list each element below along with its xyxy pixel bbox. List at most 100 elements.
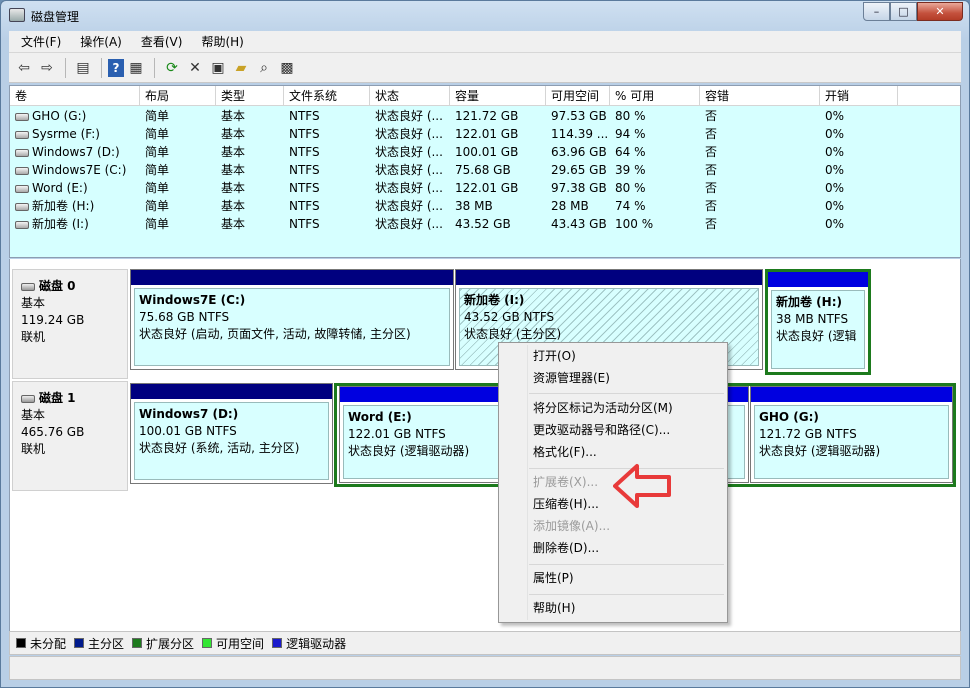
disk-0-name: 磁盘 0 <box>39 279 76 293</box>
partition-c[interactable]: Windows7E (C:) 75.68 GB NTFS 状态良好 (启动, 页… <box>130 269 454 370</box>
volume-row[interactable]: Sysrme (F:) 简单 基本 NTFS 状态良好 (... 122.01 GB 114… <box>10 125 960 143</box>
volume-cell-type: 基本 <box>216 179 284 197</box>
partition-g[interactable]: GHO (G:) 121.72 GB NTFS 状态良好 (逻辑驱动器) <box>750 386 953 483</box>
volume-cell-layout: 简单 <box>140 197 216 215</box>
logical-bar <box>768 272 868 287</box>
volume-cell-fs: NTFS <box>284 215 370 233</box>
menu-view[interactable]: 查看(V) <box>129 33 190 50</box>
volume-cell-overhead: 0% <box>820 197 898 215</box>
col-status[interactable]: 状态 <box>370 86 450 106</box>
menu-format[interactable]: 格式化(F)... <box>533 442 597 462</box>
volume-row[interactable]: Word (E:) 简单 基本 NTFS 状态良好 (... 122.01 GB 97.38… <box>10 179 960 197</box>
menu-properties[interactable]: 属性(P) <box>533 568 574 588</box>
cell-text: 简单 <box>145 127 170 141</box>
maximize-button[interactable]: □ <box>890 2 917 21</box>
help-icon[interactable]: ? <box>108 58 124 77</box>
volume-cell-name: 新加卷 (I:) <box>10 215 140 233</box>
cell-text: 0% <box>825 163 845 177</box>
open-folder-icon[interactable]: ▰ <box>230 57 252 79</box>
title-bar[interactable]: 磁盘管理 – □ ✕ <box>1 1 969 31</box>
cell-text: 39 % <box>615 163 646 177</box>
close-button[interactable]: ✕ <box>917 2 963 21</box>
volume-cell-pct: 74 % <box>610 197 700 215</box>
col-free[interactable]: 可用空间 <box>546 86 610 106</box>
volume-row[interactable]: 新加卷 (I:) 简单 基本 NTFS 状态良好 (... 43.52 GB 43.43 G… <box>10 215 960 233</box>
volume-cell-layout: 简单 <box>140 179 216 197</box>
volume-cell-free: 43.43 GB <box>546 215 610 233</box>
console-tree-icon[interactable]: ▤ <box>72 57 94 79</box>
volume-cell-pct: 39 % <box>610 161 700 179</box>
partition-status: 状态良好 (系统, 活动, 主分区) <box>139 441 300 455</box>
volume-cell-type: 基本 <box>216 125 284 143</box>
volume-cell-status: 状态良好 (... <box>370 161 450 179</box>
properties-icon[interactable]: ▦ <box>125 57 147 79</box>
volume-cell-fault: 否 <box>700 215 820 233</box>
cell-text: 状态良好 (... <box>375 145 443 159</box>
cell-text: 97.38 GB <box>551 181 607 195</box>
col-capacity[interactable]: 容量 <box>450 86 546 106</box>
primary-bar <box>456 270 762 285</box>
legend: 未分配 主分区 扩展分区 可用空间 逻辑驱动器 <box>9 631 961 655</box>
cell-text: Word (E:) <box>32 181 88 195</box>
menu-mark-active[interactable]: 将分区标记为活动分区(M) <box>533 398 673 418</box>
settings-icon[interactable]: ▣ <box>207 57 229 79</box>
cell-text: NTFS <box>289 199 320 213</box>
menu-open[interactable]: 打开(O) <box>533 346 576 366</box>
cell-text: 0% <box>825 145 845 159</box>
cell-text: 基本 <box>221 217 246 231</box>
menu-change-drive-letter[interactable]: 更改驱动器号和路径(C)... <box>533 420 670 440</box>
col-layout[interactable]: 布局 <box>140 86 216 106</box>
menu-shrink-volume[interactable]: 压缩卷(H)... <box>533 494 599 514</box>
col-fault-tolerance[interactable]: 容错 <box>700 86 820 106</box>
volume-list[interactable]: 卷 布局 类型 文件系统 状态 容量 可用空间 % 可用 容错 开销 GHO (… <box>9 85 961 258</box>
disk-icon <box>21 394 35 403</box>
volume-list-header: 卷 布局 类型 文件系统 状态 容量 可用空间 % 可用 容错 开销 <box>10 86 960 106</box>
menu-explorer[interactable]: 资源管理器(E) <box>533 368 610 388</box>
volume-cell-fs: NTFS <box>284 179 370 197</box>
col-pct-free[interactable]: % 可用 <box>610 86 700 106</box>
partition-d[interactable]: Windows7 (D:) 100.01 GB NTFS 状态良好 (系统, 活… <box>130 383 333 484</box>
cell-text: NTFS <box>289 217 320 231</box>
volume-row[interactable]: Windows7 (D:) 简单 基本 NTFS 状态良好 (... 100.01 GB 6… <box>10 143 960 161</box>
partition-name: GHO (G:) <box>759 410 819 424</box>
volume-cell-status: 状态良好 (... <box>370 179 450 197</box>
cell-text: 80 % <box>615 181 646 195</box>
volume-cell-overhead: 0% <box>820 215 898 233</box>
volume-cell-overhead: 0% <box>820 125 898 143</box>
volume-cell-status: 状态良好 (... <box>370 107 450 125</box>
delete-icon[interactable]: ✕ <box>184 57 206 79</box>
cell-text: NTFS <box>289 145 320 159</box>
menu-delete-volume[interactable]: 删除卷(D)... <box>533 538 599 558</box>
partition-h[interactable]: 新加卷 (H:) 38 MB NTFS 状态良好 (逻辑 <box>765 269 871 375</box>
disk-0-label[interactable]: 磁盘 0 基本 119.24 GB 联机 <box>12 269 128 379</box>
menu-file[interactable]: 文件(F) <box>9 33 68 50</box>
cell-text: 75.68 GB <box>455 163 511 177</box>
volume-cell-name: Windows7E (C:) <box>10 161 140 179</box>
volume-cell-layout: 简单 <box>140 143 216 161</box>
refresh-icon[interactable]: ⟳ <box>161 57 183 79</box>
volume-cell-free: 28 MB <box>546 197 610 215</box>
menu-help[interactable]: 帮助(H) <box>189 33 250 50</box>
volume-row[interactable]: 新加卷 (H:) 简单 基本 NTFS 状态良好 (... 38 MB 28 MB 74 % 否… <box>10 197 960 215</box>
menu-help-item[interactable]: 帮助(H) <box>533 598 575 618</box>
export-icon[interactable]: ▩ <box>276 57 298 79</box>
col-overhead[interactable]: 开销 <box>820 86 898 106</box>
disk-1-state: 联机 <box>21 442 46 456</box>
primary-bar <box>131 384 332 399</box>
search-icon[interactable]: ⌕ <box>253 57 275 79</box>
volume-row[interactable]: Windows7E (C:) 简单 基本 NTFS 状态良好 (... 75.68 GB 2… <box>10 161 960 179</box>
cell-text: NTFS <box>289 109 320 123</box>
col-type[interactable]: 类型 <box>216 86 284 106</box>
forward-icon[interactable]: ⇨ <box>36 57 58 79</box>
partition-status: 状态良好 (逻辑驱动器) <box>759 444 881 458</box>
cell-text: 简单 <box>145 181 170 195</box>
back-icon[interactable]: ⇦ <box>13 57 35 79</box>
disk-1-label[interactable]: 磁盘 1 基本 465.76 GB 联机 <box>12 381 128 491</box>
cell-text: GHO (G:) <box>32 109 87 123</box>
volume-row[interactable]: GHO (G:) 简单 基本 NTFS 状态良好 (... 121.72 GB 97.53 … <box>10 107 960 125</box>
col-volume[interactable]: 卷 <box>10 86 140 106</box>
menu-action[interactable]: 操作(A) <box>68 33 129 50</box>
cell-text: 基本 <box>221 199 246 213</box>
minimize-button[interactable]: – <box>863 2 890 21</box>
col-filesystem[interactable]: 文件系统 <box>284 86 370 106</box>
